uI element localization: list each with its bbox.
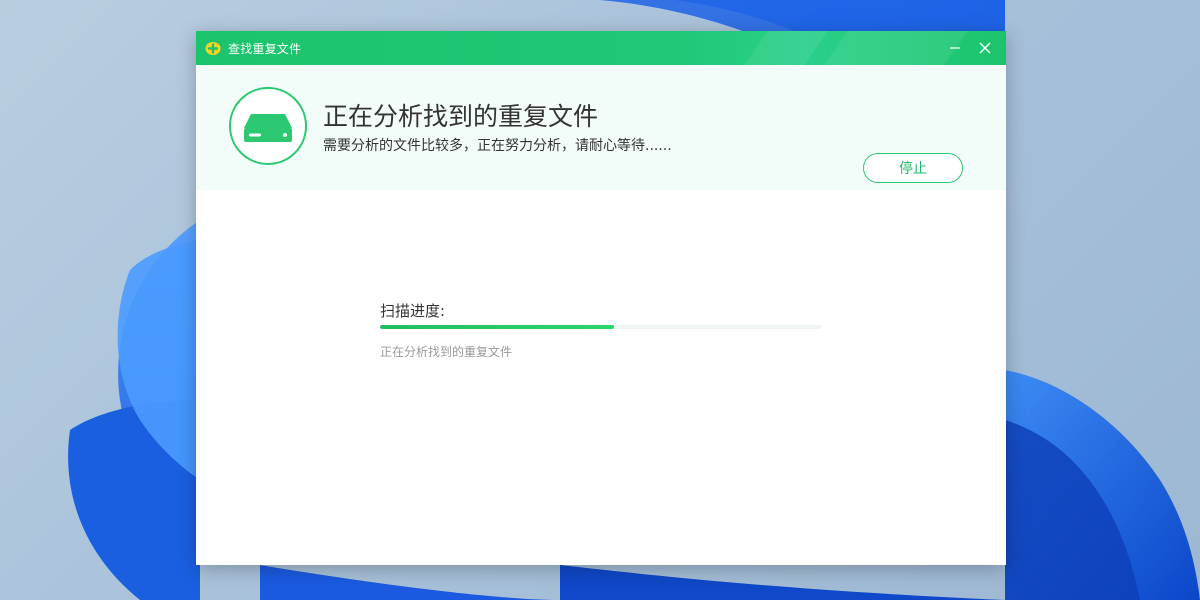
app-logo-icon [205,42,221,55]
status-headline: 正在分析找到的重复文件 [323,102,599,131]
app-window: 查找重复文件 正在分析找到的重复文件 需要分析的文件比较多，正在努力分析，请耐心… [196,31,1006,565]
close-icon [979,42,991,54]
progress-label: 扫描进度: [380,302,446,320]
progress-fill [380,325,615,329]
status-subline: 需要分析的文件比较多，正在努力分析，请耐心等待...... [323,138,672,154]
stop-button[interactable]: 停止 [863,153,963,183]
disk-badge [229,87,307,165]
progress-status: 正在分析找到的重复文件 [380,345,513,359]
close-button[interactable] [970,31,1000,65]
title-bar[interactable]: 查找重复文件 [196,31,1006,65]
minimize-button[interactable] [940,31,970,65]
minimize-icon [950,47,960,49]
hard-disk-icon [244,114,292,142]
status-header: 正在分析找到的重复文件 需要分析的文件比较多，正在努力分析，请耐心等待.....… [196,65,1006,190]
desktop: 查找重复文件 正在分析找到的重复文件 需要分析的文件比较多，正在努力分析，请耐心… [0,0,1200,600]
scan-progress-bar [380,325,822,329]
window-title: 查找重复文件 [228,41,302,56]
